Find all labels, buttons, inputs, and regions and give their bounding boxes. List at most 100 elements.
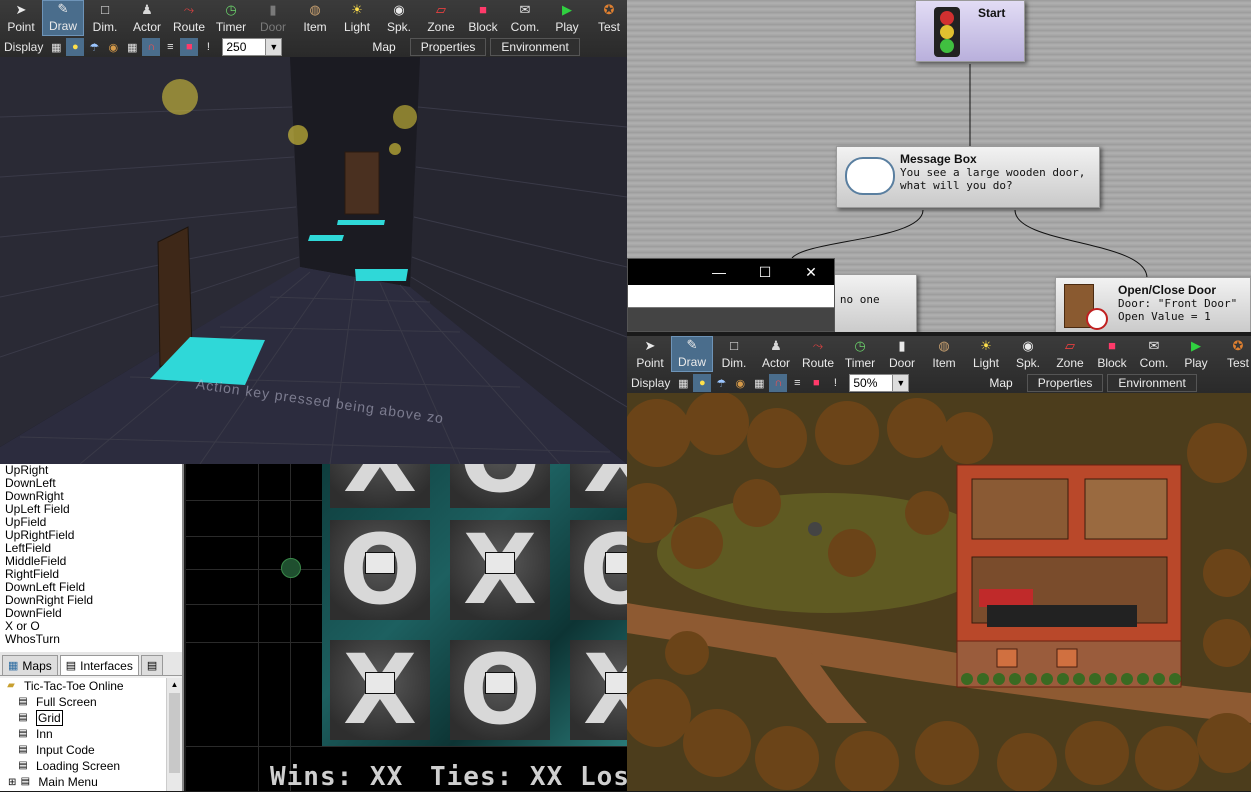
dungeon-3d-view[interactable]: Action key pressed being above zo [0,57,627,464]
maximize-icon[interactable]: ☐ [742,264,788,281]
board-cell[interactable]: X [570,464,627,508]
tree-item[interactable]: ▤ Grid [0,710,166,726]
minimize-icon[interactable]: — [696,264,742,280]
tab-properties[interactable]: Properties [409,38,487,56]
tool-block-button[interactable]: ■ Block [1091,336,1133,372]
tab-maps[interactable]: ▦ Maps [2,655,58,675]
tool-timer-button[interactable]: ◷ Timer [839,336,881,372]
grid-icon[interactable]: ▦ [750,374,768,392]
tree-item[interactable]: ▤ Full Screen [0,694,166,710]
weather-icon[interactable]: ☂ [85,38,103,56]
open-close-door-node[interactable]: Open/Close Door Door: "Front Door" Open … [1055,277,1251,332]
tool-com-button[interactable]: ✉ Com. [504,0,546,36]
tool-light-button[interactable]: ☀ Light [336,0,378,36]
input-slot[interactable] [365,552,395,574]
tool-play-button[interactable]: ▶ Play [1175,336,1217,372]
tree-item[interactable]: ⊞ ▤ Main Menu [0,774,166,790]
sound-icon[interactable]: ◉ [731,374,749,392]
board-cell[interactable]: O [450,464,550,508]
bulb-toggle-icon[interactable]: ● [693,374,712,392]
block-toggle-icon[interactable]: ■ [180,38,199,56]
tool-actor-button[interactable]: ♟ Actor [755,336,797,372]
film-icon[interactable]: ▦ [47,38,65,56]
zoom-select[interactable]: 50% ▼ [849,374,910,392]
magnet-icon[interactable]: ∩ [769,374,788,392]
add-interface-button[interactable]: ▤ [140,655,164,675]
tree-item[interactable]: ▤ Inn [0,726,166,742]
board-cell[interactable]: O [330,520,430,620]
weather-icon[interactable]: ☂ [712,374,730,392]
tool-light-button[interactable]: ☀ Light [965,336,1007,372]
tab-map[interactable]: Map [979,374,1022,392]
input-slot[interactable] [605,552,627,574]
magnet-icon[interactable]: ∩ [142,38,161,56]
bulb-toggle-icon[interactable]: ● [66,38,85,56]
alert-icon[interactable]: ! [826,374,844,392]
tool-spk-button[interactable]: ◉ Spk. [378,0,420,36]
tab-environment[interactable]: Environment [490,38,580,56]
tool-point-button[interactable]: ➤ Point [0,0,42,36]
tree-item[interactable]: ▤ Loading Screen [0,758,166,774]
tool-door-button[interactable]: ▮ Door [881,336,923,372]
input-slot[interactable] [485,552,515,574]
tool-play-button[interactable]: ▶ Play [546,0,588,36]
film-icon[interactable]: ▦ [674,374,692,392]
board-cell[interactable]: X [570,640,627,740]
alert-icon[interactable]: ! [199,38,217,56]
tool-point-button[interactable]: ➤ Point [629,336,671,372]
tool-spk-button[interactable]: ◉ Spk. [1007,336,1049,372]
scroll-up-icon[interactable]: ▲ [167,678,182,692]
message-box-node[interactable]: Message Box You see a large wooden door,… [836,146,1100,208]
block-toggle-icon[interactable]: ■ [807,374,825,392]
tool-test-button[interactable]: ✪ Test [1217,336,1251,372]
board-cell[interactable]: X [450,520,550,620]
chevron-down-icon[interactable]: ▼ [265,39,282,55]
tab-environment[interactable]: Environment [1107,374,1197,392]
layers-icon[interactable]: ≡ [788,374,806,392]
rpg-map-view[interactable] [627,393,1251,791]
tool-timer-button[interactable]: ◷ Timer [210,0,252,36]
layers-icon[interactable]: ≡ [161,38,179,56]
tool-com-button[interactable]: ✉ Com. [1133,336,1175,372]
tool-dim-button[interactable]: □ Dim. [84,0,126,36]
scroll-thumb[interactable] [169,693,180,773]
tool-zone-button[interactable]: ▱ Zone [1049,336,1091,372]
grid-icon[interactable]: ▦ [123,38,141,56]
tictactoe-preview[interactable]: XOXOXOXOX [186,464,627,791]
input-slot[interactable] [605,672,627,694]
tool-draw-button[interactable]: ✎ Draw [42,0,84,36]
input-slot[interactable] [365,672,395,694]
tool-route-button[interactable]: ⤳ Route [797,336,839,372]
tab-properties[interactable]: Properties [1026,374,1104,392]
sound-icon[interactable]: ◉ [104,38,122,56]
zoom-select[interactable]: 250 ▼ [222,38,283,56]
board-cell[interactable]: O [570,520,627,620]
tool-block-button[interactable]: ■ Block [462,0,504,36]
event-list[interactable]: UpRight DownLeft DownRight UpLeft Field UpFi… [0,464,184,652]
board-cell[interactable]: O [450,640,550,740]
expand-icon[interactable]: ⊞ [8,777,16,788]
input-slot[interactable] [485,672,515,694]
window-titlebar[interactable]: — ☐ ✕ [628,259,834,285]
blank-window[interactable]: — ☐ ✕ [627,258,835,332]
chevron-down-icon[interactable]: ▼ [892,375,909,391]
tool-actor-button[interactable]: ♟ Actor [126,0,168,36]
close-icon[interactable]: ✕ [788,264,834,281]
tool-dim-button[interactable]: □ Dim. [713,336,755,372]
board-cell[interactable]: X [330,464,430,508]
tool-item-button[interactable]: ◍ Item [923,336,965,372]
tree-scrollbar[interactable]: ▲ [166,678,182,791]
tool-zone-button[interactable]: ▱ Zone [420,0,462,36]
tool-route-button[interactable]: ⤳ Route [168,0,210,36]
tool-item-button[interactable]: ◍ Item [294,0,336,36]
tool-draw-button[interactable]: ✎ Draw [671,336,713,372]
board-cell[interactable]: X [330,640,430,740]
list-item[interactable]: WhosTurn [5,633,177,646]
tree-item[interactable]: ▤ Input Code [0,742,166,758]
tool-test-button[interactable]: ✪ Test [588,0,630,36]
tool-door-button[interactable]: ▮ Door [252,0,294,36]
tab-interfaces[interactable]: ▤ Interfaces [59,655,139,675]
start-node[interactable]: Start [915,0,1025,62]
tab-map[interactable]: Map [362,38,405,56]
tree-root[interactable]: ▰ Tic-Tac-Toe Online [0,678,166,694]
